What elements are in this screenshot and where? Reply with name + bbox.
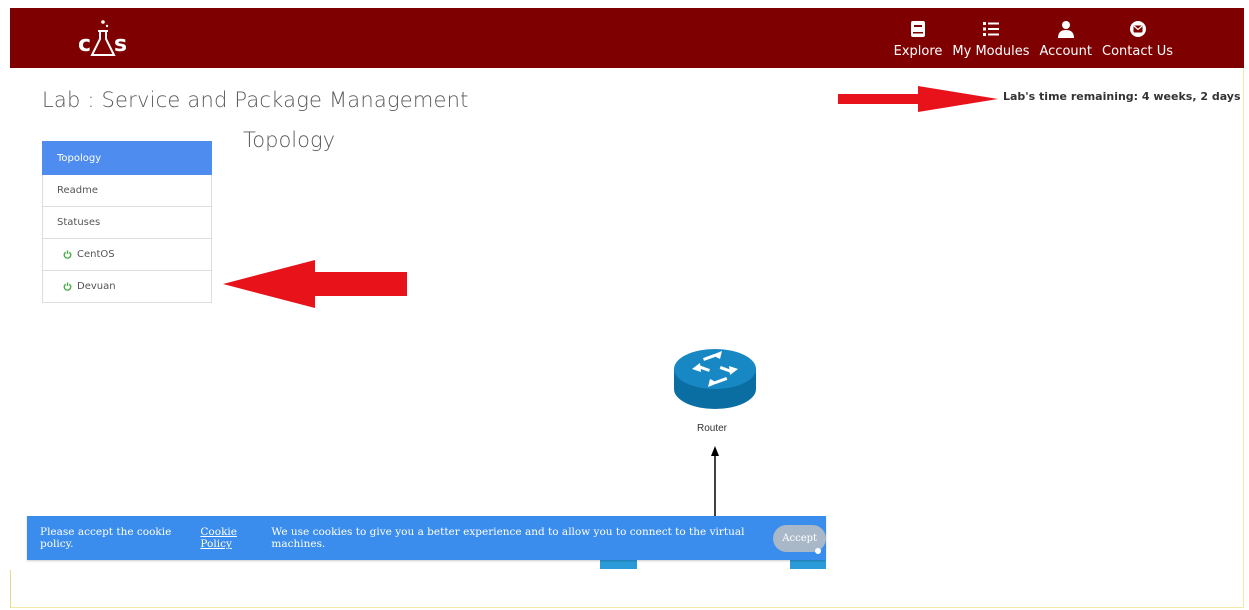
topology-title: Topology [243, 128, 335, 152]
nav-explore-label: Explore [893, 44, 943, 59]
top-navbar: c s Explore My Modules Account Contact U… [10, 8, 1244, 68]
network-link [711, 446, 719, 516]
router-icon[interactable] [672, 345, 758, 411]
vm-devuan-label: Devuan [77, 281, 116, 292]
settings-dot-icon[interactable] [815, 548, 821, 554]
tab-readme-label: Readme [57, 185, 99, 196]
list-icon [982, 22, 999, 36]
lab-sidebar: Topology Readme Statuses CentOS Devuan [42, 141, 212, 303]
user-icon [1057, 21, 1074, 38]
tab-topology-label: Topology [57, 152, 102, 164]
tab-statuses[interactable]: Statuses [42, 207, 212, 239]
contact-icon [1129, 21, 1146, 37]
nav-my-modules-label: My Modules [952, 44, 1030, 59]
time-remaining: Lab's time remaining: 4 weeks, 2 days [1003, 90, 1241, 103]
power-icon [63, 250, 72, 259]
router-label: Router [697, 423, 728, 434]
frame-edge [10, 570, 11, 608]
nav-contact-us[interactable]: Contact Us [1097, 14, 1178, 60]
annotation-arrow-left [223, 260, 407, 308]
vm-centos[interactable]: CentOS [42, 239, 212, 271]
nav-contact-us-label: Contact Us [1102, 44, 1173, 59]
nav-account[interactable]: Account [1035, 14, 1098, 60]
cookie-text: Please accept the cookie policy. [40, 526, 172, 550]
cookie-banner: Please accept the cookie policy. Cookie … [27, 516, 827, 560]
page-title: Lab : Service and Package Management [42, 88, 469, 112]
nav-account-label: Account [1039, 44, 1093, 59]
annotation-arrow-right [838, 86, 998, 112]
cookie-text-details: We use cookies to give you a better expe… [271, 526, 745, 550]
vm-centos-label: CentOS [77, 249, 115, 260]
vm-devuan[interactable]: Devuan [42, 271, 212, 303]
nav-explore[interactable]: Explore [889, 14, 948, 60]
svg-text:c: c [78, 32, 91, 57]
cookie-policy-link[interactable]: Cookie Policy [200, 526, 266, 550]
main-nav: Explore My Modules Account Contact Us [889, 14, 1178, 60]
book-icon [911, 21, 925, 37]
tab-readme[interactable]: Readme [42, 175, 212, 207]
cas-logo[interactable]: c s [74, 17, 144, 59]
svg-text:s: s [114, 32, 127, 57]
tab-statuses-label: Statuses [57, 217, 101, 228]
power-icon [63, 282, 72, 291]
tab-topology[interactable]: Topology [42, 141, 212, 175]
nav-my-modules[interactable]: My Modules [947, 14, 1034, 60]
